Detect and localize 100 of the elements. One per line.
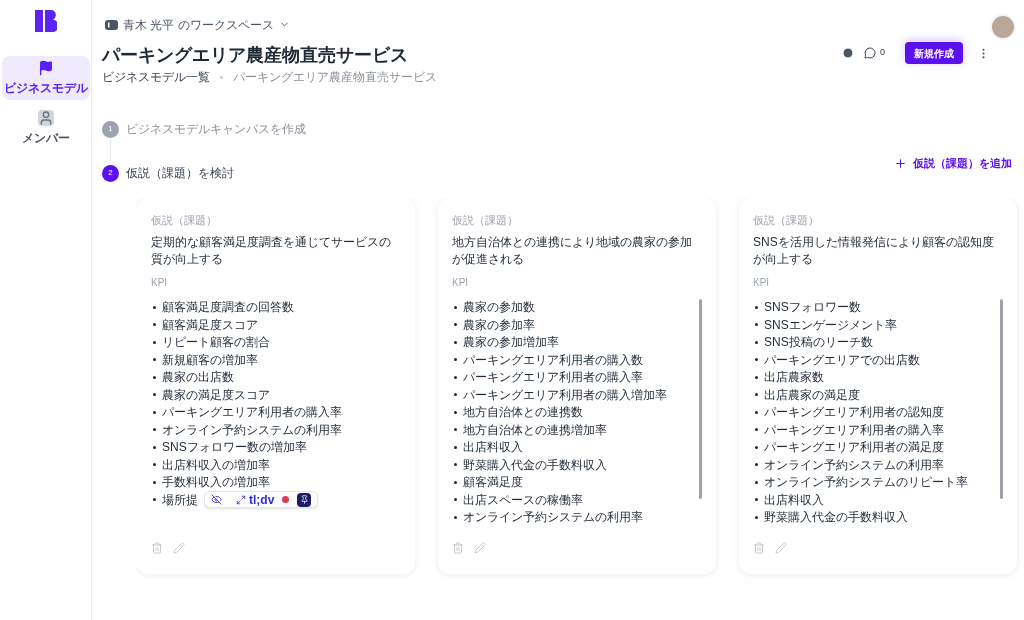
- bullet-icon: [454, 358, 457, 362]
- kpi-item: 出店料収入: [764, 491, 824, 509]
- card-label: 仮説（課題）: [452, 213, 519, 228]
- logo-icon: [34, 10, 57, 32]
- step-number: 1: [102, 120, 119, 138]
- bullet-icon: [454, 463, 457, 467]
- bullet-icon: [755, 393, 758, 397]
- kpi-item: 農家の参加率: [463, 316, 535, 334]
- recorder-brand: tl;dv: [249, 492, 275, 507]
- kpi-item: 地方自治体との連携増加率: [463, 421, 607, 439]
- bullet-icon: [755, 515, 758, 519]
- kpi-item: 農家の参加増加率: [463, 334, 559, 352]
- kpi-label: KPI: [753, 275, 771, 290]
- step-label: ビジネスモデルキャンバスを作成: [126, 121, 306, 138]
- person-icon: [37, 109, 54, 126]
- kpi-item: 新規顧客の増加率: [162, 351, 258, 369]
- kpi-item: パーキングエリア利用者の購入率: [162, 404, 342, 422]
- kpi-item: 顧客満足度スコア: [162, 316, 258, 334]
- bullet-icon: [454, 515, 457, 519]
- kpi-item: パーキングエリア利用者の購入増加率: [463, 386, 667, 404]
- bullet-icon: [454, 445, 457, 449]
- kpi-item: オンライン予約システムの利用率: [764, 456, 944, 474]
- bullet-icon: [454, 340, 457, 344]
- bullet-icon: [755, 480, 758, 484]
- bullet-icon: [454, 375, 457, 379]
- hide-icon[interactable]: [211, 494, 222, 506]
- kpi-item: 手数料収入の増加率: [162, 474, 270, 492]
- avatar[interactable]: [990, 13, 1016, 40]
- bullet-icon: [153, 480, 156, 484]
- plus-icon: [894, 156, 907, 170]
- bullet-icon: [454, 393, 457, 397]
- kpi-item: SNSフォロワー数の増加率: [162, 439, 307, 457]
- comment-icon: [864, 47, 876, 59]
- kpi-item: 出店スペースの稼働率: [463, 491, 583, 509]
- kpi-item: オンライン予約システムの利用率: [463, 509, 643, 527]
- bullet-icon: [454, 323, 457, 327]
- bullet-icon: [454, 410, 457, 414]
- page-title: パーキングエリア農産物直売サービス: [102, 44, 409, 67]
- kpi-item: パーキングエリアでの出店数: [764, 351, 920, 369]
- workspace-selector[interactable]: 青木 光平 のワークスペース: [105, 15, 290, 34]
- bullet-icon: [153, 463, 156, 467]
- new-button[interactable]: 新規作成: [905, 42, 963, 64]
- edit-icon[interactable]: [173, 542, 185, 554]
- breadcrumb-link[interactable]: ビジネスモデル一覧: [102, 68, 210, 86]
- kpi-item: パーキングエリア利用者の購入率: [764, 421, 944, 439]
- comment-count: 0: [880, 46, 885, 60]
- bullet-icon: [755, 463, 758, 467]
- kpi-item: パーキングエリア利用者の購入率: [463, 369, 643, 387]
- bullet-icon: [153, 445, 156, 449]
- delete-icon[interactable]: [452, 542, 464, 554]
- bullet-icon: [755, 428, 758, 432]
- kpi-item: 顧客満足度調査の回答数: [162, 299, 294, 317]
- bullet-icon: [153, 375, 156, 379]
- kpi-item: 農家の参加数: [463, 299, 535, 317]
- flag-icon: [37, 59, 54, 76]
- bullet-icon: [454, 305, 457, 309]
- scrollbar[interactable]: [699, 298, 702, 499]
- pin-button[interactable]: [297, 492, 312, 507]
- expand-icon[interactable]: [236, 494, 246, 505]
- sidebar-item[interactable]: メンバー: [1, 106, 90, 150]
- bullet-icon: [755, 375, 758, 379]
- hypothesis-text: 地方自治体との連携により地域の農家の参加が促進される: [452, 233, 693, 268]
- kpi-label: KPI: [151, 275, 169, 290]
- kpi-item: 出店農家の満足度: [764, 386, 860, 404]
- add-hypothesis-button[interactable]: 仮説（課題）を追加: [894, 155, 1012, 172]
- bullet-icon: [755, 410, 758, 414]
- delete-icon[interactable]: [151, 542, 163, 554]
- kpi-item: オンライン予約システムの利用率: [162, 421, 342, 439]
- bullet-icon: [755, 498, 758, 502]
- delete-icon[interactable]: [753, 542, 765, 554]
- edit-icon[interactable]: [775, 542, 787, 554]
- kpi-label: KPI: [452, 275, 470, 290]
- bullet-icon: [454, 428, 457, 432]
- kpi-item: 出店料収入: [463, 439, 523, 457]
- kpi-item: 農家の満足度スコア: [162, 386, 270, 404]
- bullet-icon: [153, 340, 156, 344]
- kpi-item: パーキングエリア利用者の認知度: [764, 404, 944, 422]
- card-label: 仮説（課題）: [753, 213, 820, 228]
- bullet-icon: [755, 358, 758, 362]
- kpi-item: 出店料収入の増加率: [162, 456, 270, 474]
- bullet-icon: [755, 305, 758, 309]
- sidebar-item[interactable]: ビジネスモデル: [1, 56, 90, 100]
- hypothesis-text: SNSを活用した情報発信により顧客の認知度が向上する: [753, 233, 995, 268]
- bullet-icon: [153, 358, 156, 362]
- kpi-item: 出店農家数: [764, 369, 824, 387]
- kpi-item: パーキングエリア利用者の満足度: [764, 439, 944, 457]
- bullet-icon: [153, 323, 156, 327]
- kpi-item: 地方自治体との連携数: [463, 404, 583, 422]
- kpi-item: 顧客満足度: [463, 474, 523, 492]
- edit-icon[interactable]: [474, 542, 486, 554]
- step-number: 2: [102, 164, 119, 182]
- kpi-item: 野菜購入代金の手数料収入: [764, 509, 908, 527]
- scrollbar[interactable]: [1000, 298, 1003, 499]
- kpi-item: 農家の出店数: [162, 369, 234, 387]
- bullet-icon: [153, 305, 156, 309]
- comment-button[interactable]: 0: [864, 46, 885, 60]
- kpi-item: リピート顧客の割合: [162, 334, 270, 352]
- bullet-icon: [454, 498, 457, 502]
- bullet-icon: [755, 445, 758, 449]
- bullet-icon: [755, 323, 758, 327]
